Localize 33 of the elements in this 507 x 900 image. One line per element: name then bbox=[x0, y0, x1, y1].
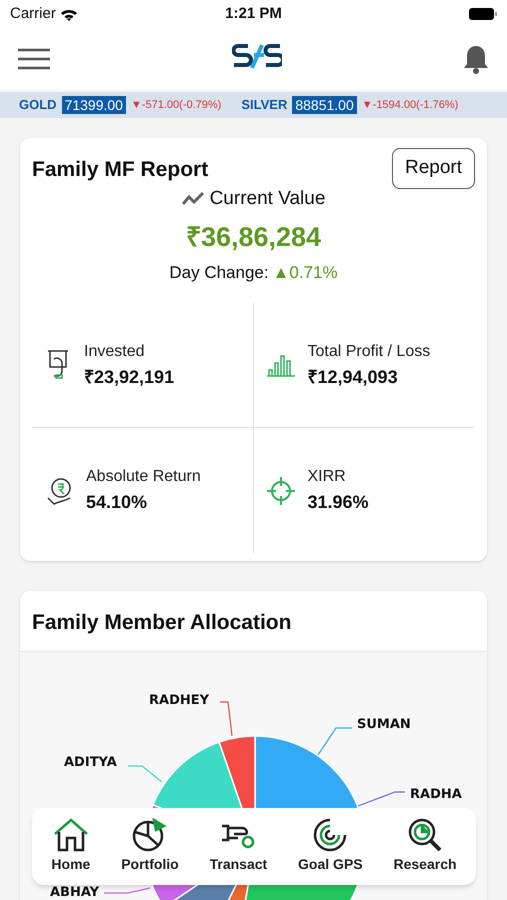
commodity-name: SILVER bbox=[241, 96, 288, 114]
card-title: Family Member Allocation bbox=[32, 611, 292, 634]
current-value: ₹36,86,284 bbox=[186, 221, 322, 254]
stat-label: Total Profit / Loss bbox=[308, 342, 430, 362]
nav-tab[interactable]: Portfolio bbox=[121, 818, 179, 875]
stat-label: Absolute Return bbox=[86, 467, 201, 487]
stat-value: 54.10% bbox=[86, 491, 148, 514]
slice-label: RADHEY bbox=[149, 694, 210, 707]
status-time: 1:21 PM bbox=[225, 4, 282, 24]
carrier-label: Carrier bbox=[10, 4, 56, 24]
nav-tab[interactable]: Goal GPS bbox=[298, 818, 363, 875]
commodity-price: 88851.00 bbox=[292, 96, 357, 114]
price-change: ▼-571.00(-0.79%) bbox=[130, 98, 222, 113]
nav-tab[interactable]: Transact bbox=[210, 818, 268, 875]
stat-label: XIRR bbox=[308, 467, 347, 487]
price-change: ▼-1594.00(-1.76%) bbox=[362, 98, 458, 113]
stat-value: ₹23,92,191 bbox=[84, 366, 174, 388]
day-change-value: ▲0.71% bbox=[272, 262, 338, 284]
card-title: Family MF Report bbox=[32, 157, 208, 183]
stat-value: ₹12,94,093 bbox=[308, 366, 399, 388]
nav-tab[interactable]: Research bbox=[393, 818, 457, 875]
current-value-label: Current Value bbox=[210, 186, 326, 210]
slice-label: SUMAN bbox=[357, 718, 411, 731]
report-button[interactable]: Report bbox=[392, 148, 475, 188]
nav-tab[interactable]: Home bbox=[51, 818, 90, 875]
day-change-label: Day Change: bbox=[169, 262, 269, 284]
commodity-name: GOLD bbox=[19, 96, 57, 114]
stat-value: 31.96% bbox=[308, 491, 369, 514]
commodity-price: 71399.00 bbox=[62, 96, 126, 114]
slice-label: ABHAY bbox=[50, 886, 100, 899]
slice-label: ADITYA bbox=[64, 756, 117, 769]
stat-label: Invested bbox=[84, 342, 146, 362]
slice-label: RADHA bbox=[410, 788, 462, 801]
